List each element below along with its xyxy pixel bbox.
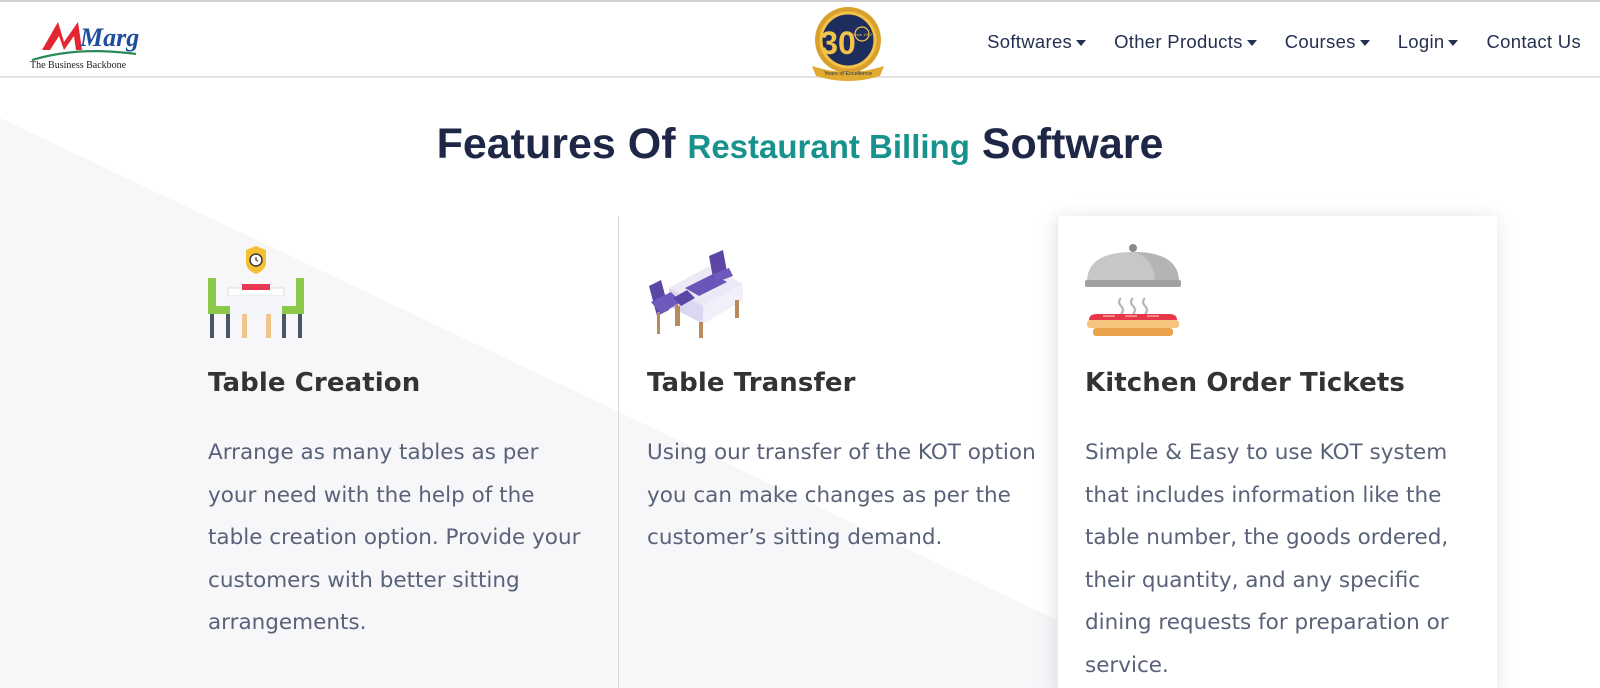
badge-caption: Years of Excellence	[824, 71, 872, 77]
feature-kitchen-order-tickets: Kitchen Order Tickets Simple & Easy to u…	[1085, 216, 1485, 687]
badge-sub: Since 1992	[852, 32, 873, 37]
badge-number: 30	[820, 25, 856, 61]
feature-title: Table Transfer	[647, 368, 856, 398]
nav-contact-us[interactable]: Contact Us	[1486, 31, 1581, 53]
main-nav: Softwares Other Products Courses Login C…	[987, 29, 1581, 55]
nav-other-products-label: Other Products	[1114, 31, 1243, 52]
logo-tagline: The Business Backbone	[30, 60, 127, 71]
site-header: Marg The Business Backbone 30 Since 1992…	[0, 0, 1600, 81]
nav-login-label: Login	[1397, 31, 1445, 52]
section-title: Features Of Restaurant Billing Software	[0, 120, 1600, 169]
nav-softwares-label: Softwares	[987, 31, 1073, 52]
nav-courses[interactable]: Courses	[1285, 31, 1370, 53]
feature-description: Using our transfer of the KOT option you…	[647, 440, 1036, 550]
nav-courses-label: Courses	[1284, 31, 1356, 52]
kitchen-order-icon	[1085, 244, 1181, 336]
column-divider	[618, 216, 619, 688]
section-title-prefix: Features Of	[436, 120, 676, 168]
chevron-down-icon	[1359, 39, 1370, 46]
nav-contact-us-label: Contact Us	[1486, 31, 1581, 52]
section-title-highlight: Restaurant Billing	[687, 128, 970, 165]
nav-login[interactable]: Login	[1398, 31, 1459, 53]
feature-table-transfer: Table Transfer Using our transfer of the…	[647, 216, 1047, 560]
nav-other-products[interactable]: Other Products	[1114, 31, 1257, 53]
chevron-down-icon	[1076, 39, 1087, 46]
table-transfer-icon	[649, 250, 743, 338]
feature-description: Arrange as many tables as per your need …	[208, 440, 581, 635]
nav-softwares[interactable]: Softwares	[987, 31, 1087, 53]
logo-brand-text: Marg	[79, 23, 139, 52]
feature-title: Kitchen Order Tickets	[1085, 368, 1405, 398]
feature-title: Table Creation	[208, 368, 421, 398]
feature-description: Simple & Easy to use KOT system that inc…	[1085, 440, 1449, 678]
anniversary-badge: 30 Since 1992 Years of Excellence	[812, 7, 884, 81]
section-title-suffix: Software	[981, 120, 1164, 168]
table-creation-icon	[208, 246, 304, 338]
feature-table-creation: Table Creation Arrange as many tables as…	[208, 216, 588, 645]
marg-logo[interactable]: Marg The Business Backbone	[28, 12, 158, 72]
chevron-down-icon	[1448, 39, 1459, 46]
chevron-down-icon	[1246, 39, 1257, 46]
